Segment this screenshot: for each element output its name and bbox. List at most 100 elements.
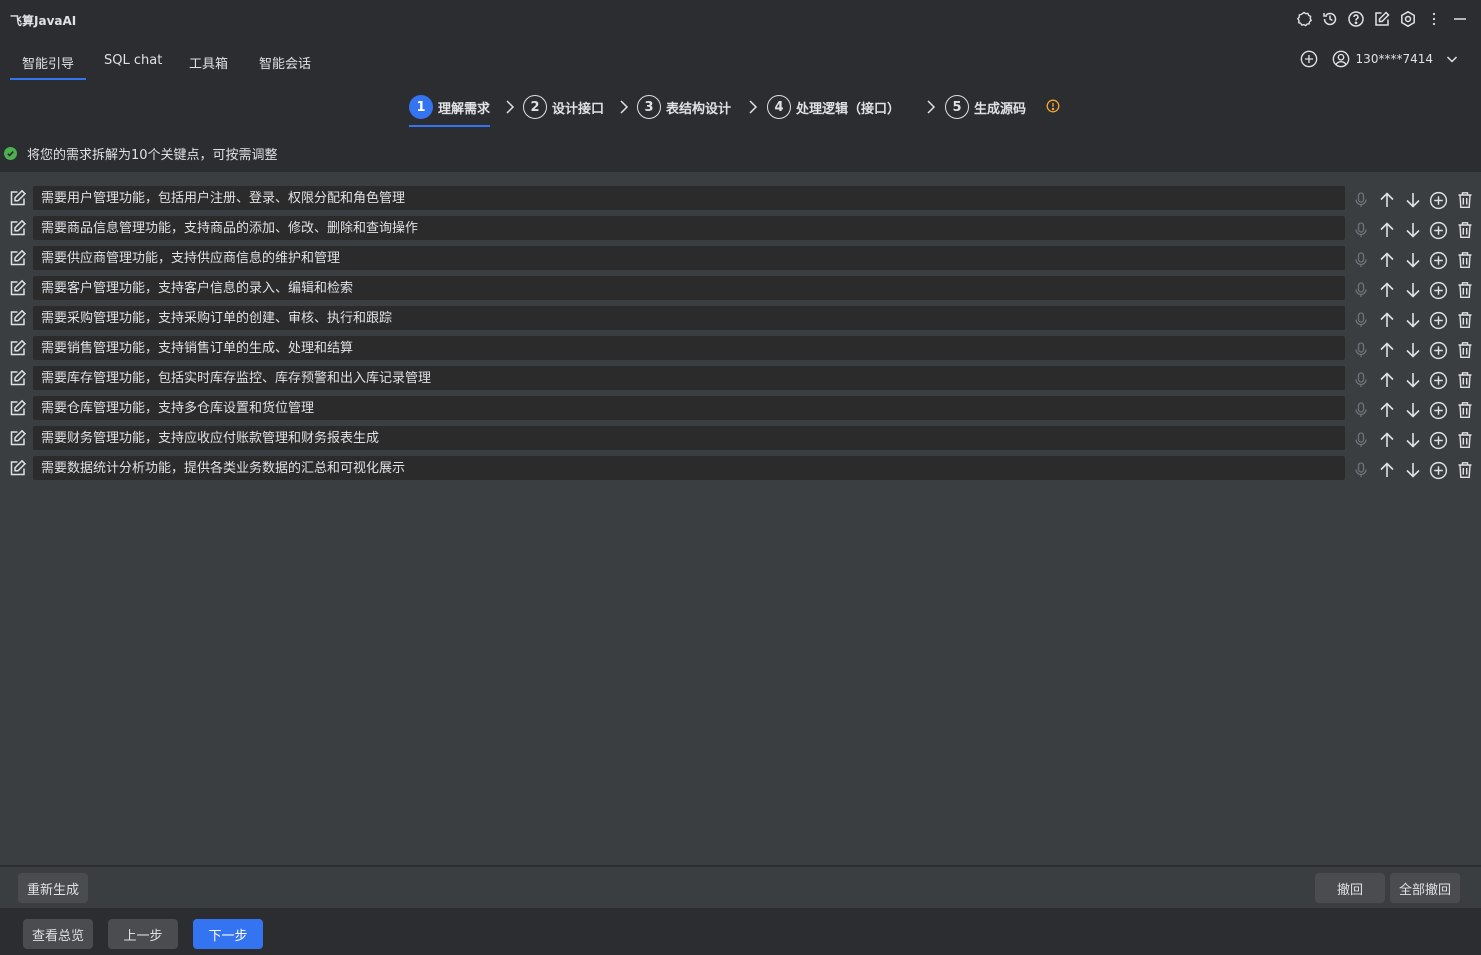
microphone-icon[interactable] xyxy=(1350,250,1371,270)
move-down-icon[interactable] xyxy=(1402,250,1423,270)
delete-icon[interactable] xyxy=(1454,400,1475,420)
edit-icon[interactable] xyxy=(9,369,27,387)
requirement-text[interactable]: 需要财务管理功能，支持应收应付账款管理和财务报表生成 xyxy=(33,426,1345,450)
delete-icon[interactable] xyxy=(1454,250,1475,270)
edit-icon[interactable] xyxy=(9,219,27,237)
requirement-text[interactable]: 需要客户管理功能，支持客户信息的录入、编辑和检索 xyxy=(33,276,1345,300)
delete-icon[interactable] xyxy=(1454,430,1475,450)
requirement-row: 需要用户管理功能，包括用户注册、登录、权限分配和角色管理 xyxy=(0,186,1481,212)
move-up-icon[interactable] xyxy=(1376,460,1397,480)
delete-icon[interactable] xyxy=(1454,280,1475,300)
edit-icon[interactable] xyxy=(9,309,27,327)
edit-icon[interactable] xyxy=(9,279,27,297)
microphone-icon[interactable] xyxy=(1350,430,1371,450)
move-up-icon[interactable] xyxy=(1376,190,1397,210)
move-down-icon[interactable] xyxy=(1402,280,1423,300)
tab-bar-actions: 130****7414 xyxy=(1300,50,1459,68)
microphone-icon[interactable] xyxy=(1350,340,1371,360)
tab-smart-guide[interactable]: 智能引导 xyxy=(9,53,87,80)
requirement-text[interactable]: 需要数据统计分析功能，提供各类业务数据的汇总和可视化展示 xyxy=(33,456,1345,480)
microphone-icon[interactable] xyxy=(1350,220,1371,240)
move-down-icon[interactable] xyxy=(1402,220,1423,240)
add-item-icon[interactable] xyxy=(1428,400,1449,420)
requirement-text[interactable]: 需要销售管理功能，支持销售订单的生成、处理和结算 xyxy=(33,336,1345,360)
ai-icon[interactable] xyxy=(1295,10,1313,28)
delete-icon[interactable] xyxy=(1454,370,1475,390)
move-down-icon[interactable] xyxy=(1402,460,1423,480)
step-5[interactable]: 5 生成源码 xyxy=(945,95,1026,119)
hint-text: 将您的需求拆解为10个关键点，可按需调整 xyxy=(27,148,278,163)
microphone-icon[interactable] xyxy=(1350,280,1371,300)
requirement-text[interactable]: 需要用户管理功能，包括用户注册、登录、权限分配和角色管理 xyxy=(33,186,1345,210)
add-item-icon[interactable] xyxy=(1428,310,1449,330)
move-up-icon[interactable] xyxy=(1376,220,1397,240)
move-up-icon[interactable] xyxy=(1376,370,1397,390)
move-down-icon[interactable] xyxy=(1402,190,1423,210)
chevron-right-icon xyxy=(506,100,515,114)
microphone-icon[interactable] xyxy=(1350,370,1371,390)
user-menu[interactable]: 130****7414 xyxy=(1332,50,1459,68)
requirement-text[interactable]: 需要仓库管理功能，支持多仓库设置和货位管理 xyxy=(33,396,1345,420)
tab-toolbox[interactable]: 工具箱 xyxy=(189,53,228,72)
tab-smart-chat[interactable]: 智能会话 xyxy=(259,53,311,72)
delete-icon[interactable] xyxy=(1454,190,1475,210)
requirement-text[interactable]: 需要供应商管理功能，支持供应商信息的维护和管理 xyxy=(33,246,1345,270)
requirement-text[interactable]: 需要采购管理功能，支持采购订单的创建、审核、执行和跟踪 xyxy=(33,306,1345,330)
add-item-icon[interactable] xyxy=(1428,340,1449,360)
delete-icon[interactable] xyxy=(1454,340,1475,360)
step-2[interactable]: 2 设计接口 xyxy=(523,95,604,119)
move-down-icon[interactable] xyxy=(1402,400,1423,420)
delete-icon[interactable] xyxy=(1454,460,1475,480)
step-3[interactable]: 3 表结构设计 xyxy=(637,95,731,119)
history-icon[interactable] xyxy=(1321,10,1339,28)
edit-icon[interactable] xyxy=(9,429,27,447)
requirement-text[interactable]: 需要库存管理功能，包括实时库存监控、库存预警和出入库记录管理 xyxy=(33,366,1345,390)
move-up-icon[interactable] xyxy=(1376,310,1397,330)
move-down-icon[interactable] xyxy=(1402,370,1423,390)
add-icon[interactable] xyxy=(1300,50,1318,68)
undo-button[interactable]: 撤回 xyxy=(1315,873,1385,903)
move-down-icon[interactable] xyxy=(1402,430,1423,450)
undo-all-button[interactable]: 全部撤回 xyxy=(1390,873,1460,903)
add-item-icon[interactable] xyxy=(1428,280,1449,300)
move-up-icon[interactable] xyxy=(1376,400,1397,420)
microphone-icon[interactable] xyxy=(1350,400,1371,420)
settings-icon[interactable] xyxy=(1399,10,1417,28)
step-4[interactable]: 4 处理逻辑（接口） xyxy=(767,95,900,119)
edit-icon[interactable] xyxy=(9,249,27,267)
edit-icon[interactable] xyxy=(9,189,27,207)
move-up-icon[interactable] xyxy=(1376,430,1397,450)
move-up-icon[interactable] xyxy=(1376,280,1397,300)
overview-button[interactable]: 查看总览 xyxy=(23,919,93,949)
move-down-icon[interactable] xyxy=(1402,310,1423,330)
add-item-icon[interactable] xyxy=(1428,190,1449,210)
info-icon[interactable] xyxy=(1046,99,1060,113)
microphone-icon[interactable] xyxy=(1350,190,1371,210)
add-item-icon[interactable] xyxy=(1428,250,1449,270)
add-item-icon[interactable] xyxy=(1428,370,1449,390)
add-item-icon[interactable] xyxy=(1428,220,1449,240)
edit-icon[interactable] xyxy=(9,459,27,477)
delete-icon[interactable] xyxy=(1454,220,1475,240)
requirement-text[interactable]: 需要商品信息管理功能，支持商品的添加、修改、删除和查询操作 xyxy=(33,216,1345,240)
help-icon[interactable] xyxy=(1347,10,1365,28)
microphone-icon[interactable] xyxy=(1350,310,1371,330)
microphone-icon[interactable] xyxy=(1350,460,1371,480)
more-options-icon[interactable] xyxy=(1425,10,1443,28)
step-1[interactable]: 1 理解需求 xyxy=(409,95,491,127)
feedback-edit-icon[interactable] xyxy=(1373,10,1391,28)
minimize-icon[interactable] xyxy=(1451,10,1469,28)
move-down-icon[interactable] xyxy=(1402,340,1423,360)
edit-icon[interactable] xyxy=(9,339,27,357)
next-step-button[interactable]: 下一步 xyxy=(193,919,263,949)
edit-icon[interactable] xyxy=(9,399,27,417)
row-actions xyxy=(1350,220,1475,240)
tab-sql-chat[interactable]: SQL chat xyxy=(104,53,162,68)
move-up-icon[interactable] xyxy=(1376,340,1397,360)
add-item-icon[interactable] xyxy=(1428,460,1449,480)
prev-step-button[interactable]: 上一步 xyxy=(108,919,178,949)
add-item-icon[interactable] xyxy=(1428,430,1449,450)
delete-icon[interactable] xyxy=(1454,310,1475,330)
move-up-icon[interactable] xyxy=(1376,250,1397,270)
regenerate-button[interactable]: 重新生成 xyxy=(18,873,88,903)
